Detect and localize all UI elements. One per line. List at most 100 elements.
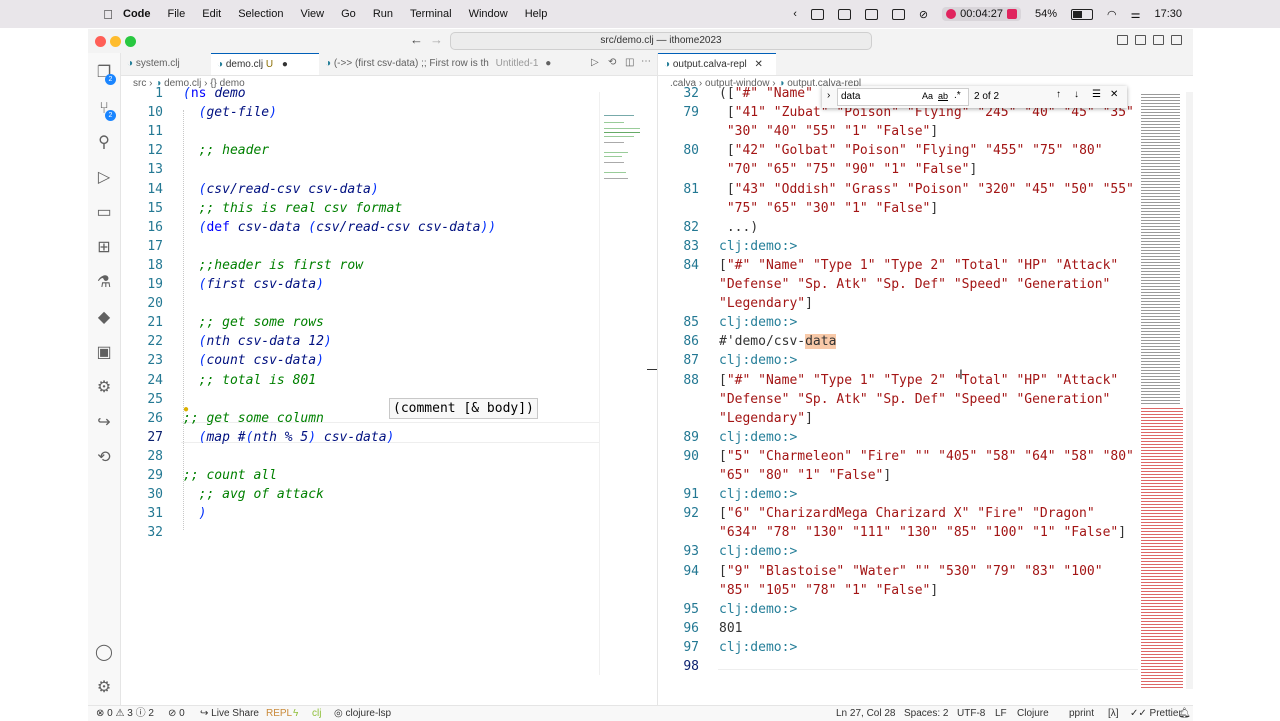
docker-icon[interactable]: ▣ [94,343,114,363]
repl-button[interactable]: REPL [266,706,292,721]
search-icon[interactable]: ⚲ [94,133,114,153]
indentation-setting[interactable]: Spaces: 2 [904,706,948,721]
minimize-window-button[interactable] [110,36,121,47]
extensions-icon[interactable]: ⊞ [94,238,114,258]
no-entry-icon[interactable]: ⊘ [919,8,928,21]
chevron-left-icon[interactable]: ‹ [793,8,797,20]
match-case-icon[interactable]: Aa [922,91,933,101]
command-center[interactable]: src/demo.clj — ithome2023 [450,32,872,50]
minimap-text [1141,408,1183,688]
toggle-replace-chevron-icon[interactable]: › [827,90,830,101]
problems-indicator[interactable]: ⊗ 0 ⚠ 3 ⓘ 2 [96,706,154,721]
minimap-left[interactable] [599,92,658,675]
live-share-icon[interactable]: ↪ [94,413,114,433]
close-window-button[interactable] [95,36,106,47]
text-input-icon[interactable] [891,8,905,20]
clojure-lsp-indicator[interactable]: ◎ clojure-lsp [334,706,391,721]
encoding-setting[interactable]: UTF-8 [957,706,985,721]
explorer-icon[interactable]: ❐ 2 [94,63,116,85]
terraform-icon[interactable]: ◆ [94,308,114,328]
recording-indicator[interactable]: 00:04:27 [942,7,1021,21]
tab-untitled-1[interactable]: ◑ (->> (first csv-data) ;; First row is … [319,53,579,75]
menu-terminal[interactable]: Terminal [410,8,452,20]
line-number: 93 [683,544,699,560]
live-share-button[interactable]: ↪ Live Share [200,706,259,721]
image-icon[interactable] [837,8,851,20]
info-count: 2 [148,708,154,719]
scrollbar-right[interactable] [1186,92,1193,689]
dirty-dot-icon[interactable]: ● [282,59,288,70]
panel-collapse-marker[interactable] [647,369,657,370]
timeline-icon[interactable]: ⟲ [94,448,114,468]
wifi-icon[interactable]: ◠ [1107,8,1117,21]
previous-match-icon[interactable]: ↑ [1056,89,1061,100]
close-icon[interactable]: ✕ [755,59,763,70]
battery-icon[interactable] [1070,8,1093,20]
code-line: "30" "40" "55" "1" "False"] [726,124,939,140]
code-line: ...) [726,219,759,235]
language-mode[interactable]: Clojure [1017,706,1049,721]
history-icon[interactable]: ⟲ [608,57,616,68]
menu-edit[interactable]: Edit [202,8,221,20]
close-find-icon[interactable]: ✕ [1110,89,1118,100]
next-match-icon[interactable]: ↓ [1074,89,1079,100]
tab-demo-clj[interactable]: ◑ demo.clj U ● [211,53,319,75]
clj-indicator[interactable]: clj [312,706,321,721]
calva-icon[interactable]: ⚙ [94,378,114,398]
toggle-secondary-sidebar-icon[interactable] [1153,35,1164,45]
prettier-button[interactable]: ✓✓ Prettier [1130,706,1182,721]
find-input[interactable]: data Aa ab .* [837,88,969,106]
remote-explorer-icon[interactable]: ▭ [94,203,114,223]
match-whole-word-icon[interactable]: ab [938,91,948,101]
control-center-icon[interactable]: ⚌ [1131,8,1141,21]
code-line: "70" "65" "75" "90" "1" "False"] [726,162,978,178]
pprint-toggle[interactable]: pprint [1069,706,1094,721]
menu-window[interactable]: Window [469,8,508,20]
line-number: 86 [683,334,699,350]
ports-indicator[interactable]: ⊘ 0 [168,706,185,721]
manage-gear-icon[interactable]: ⚙ [94,678,114,698]
code-line: clj:demo:> [719,238,798,254]
tab-output-calva-repl[interactable]: ◑ output.calva-repl ✕ [658,53,776,75]
line-number: 87 [683,353,699,369]
zoom-window-button[interactable] [125,36,136,47]
account-icon[interactable]: ◯ [94,643,114,663]
regex-icon[interactable]: .* [954,90,961,101]
lambda-indicator[interactable]: [λ] [1108,706,1119,721]
code-line: ;; get some rows [198,315,324,331]
menu-run[interactable]: Run [373,8,393,20]
menu-selection[interactable]: Selection [238,8,283,20]
minimap-right[interactable] [1138,92,1188,689]
menu-app-code[interactable]: Code [123,8,151,20]
source-control-icon[interactable]: ⑂ 2 [94,99,116,121]
run-icon[interactable]: ▷ [591,57,599,68]
menu-file[interactable]: File [168,8,186,20]
code-line: clj:demo:> [719,353,798,369]
run-debug-icon[interactable]: ▷ [94,168,114,188]
code-line: (def csv-data (csv/read-csv csv-data)) [198,219,497,235]
apple-icon[interactable]:  [99,7,117,22]
clock[interactable]: 17:30 [1154,8,1182,20]
toggle-panel-icon[interactable] [1135,35,1146,45]
tab-system-clj[interactable]: ◑ system.clj [121,53,211,75]
back-arrow-icon[interactable]: ← [410,32,423,47]
menu-go[interactable]: Go [341,8,356,20]
grid-icon[interactable] [810,8,824,20]
forward-arrow-icon[interactable]: → [430,32,443,47]
menu-help[interactable]: Help [525,8,548,20]
more-actions-icon[interactable]: ⋯ [641,56,651,67]
menu-view[interactable]: View [300,8,324,20]
pause-icon [1006,9,1017,19]
cursor-position[interactable]: Ln 27, Col 28 [836,706,896,721]
split-editor-icon[interactable]: ◫ [625,57,634,68]
dirty-dot-icon[interactable]: ● [545,58,551,69]
clojure-file-icon: ◑ [325,58,334,69]
customize-layout-icon[interactable] [1171,35,1182,45]
testing-icon[interactable]: ⚗ [94,273,114,293]
notifications-bell-icon[interactable]: 🔔︎ [1178,706,1191,721]
keyboard-icon[interactable] [864,8,878,20]
find-in-selection-icon[interactable]: ☰ [1092,89,1101,100]
eol-setting[interactable]: LF [995,706,1007,721]
toggle-sidebar-icon[interactable] [1117,35,1128,45]
lightbulb-icon[interactable]: ● [183,404,189,415]
